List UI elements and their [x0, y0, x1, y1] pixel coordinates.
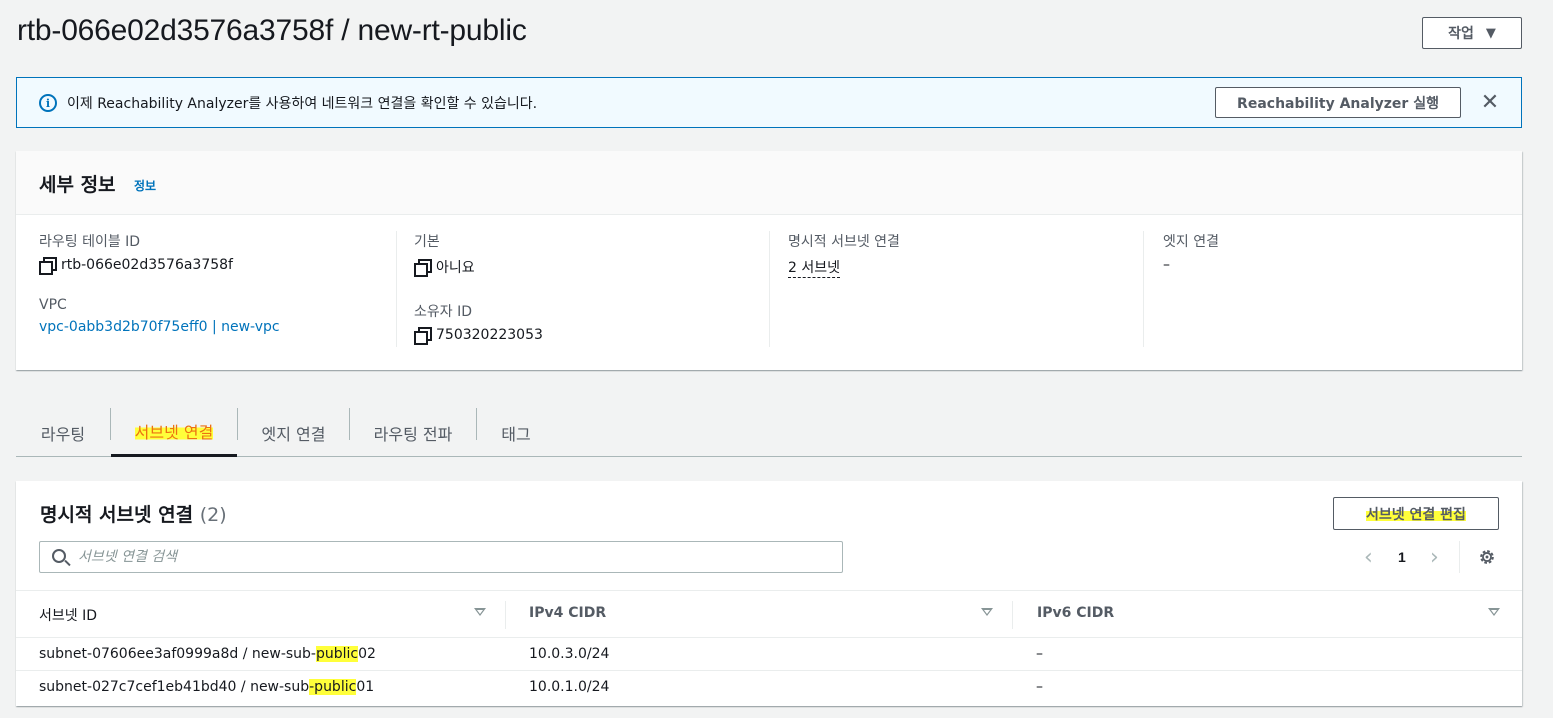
actions-button[interactable]: 작업 ▼	[1422, 17, 1522, 49]
ipv6-cidr: –	[1036, 646, 1043, 662]
vpc-value: vpc-0abb3d2b70f75eff0 | new-vpc	[39, 319, 280, 335]
info-banner: i 이제 Reachability Analyzer를 사용하여 네트워크 연결…	[16, 77, 1522, 128]
ipv4-cidr: 10.0.3.0/24	[529, 646, 610, 662]
subnet-link[interactable]: subnet-027c7cef1eb41bd40 / new-sub-publi…	[39, 679, 374, 695]
chevron-left-icon[interactable]: ‹	[1364, 545, 1373, 570]
subnet-highlight: -public	[309, 679, 357, 695]
actions-button-label: 작업	[1448, 26, 1474, 42]
vpc-link[interactable]: vpc-0abb3d2b70f75eff0 | new-vpc	[39, 319, 280, 335]
main-text: 아니요	[436, 260, 475, 276]
tab-subnet-associations-label: 서브넷 연결	[134, 419, 214, 443]
subnet-id-text: subnet-027c7cef1eb41bd40 / new-sub	[39, 679, 310, 695]
details-col-2: 기본 아니요 소유자 ID 750320223053	[414, 231, 543, 351]
pager-separator	[1459, 541, 1460, 573]
page-number[interactable]: 1	[1398, 549, 1406, 565]
column-header-ipv6-cidr[interactable]: IPv6 CIDR	[1037, 605, 1114, 621]
column-header-subnet-id[interactable]: 서브넷 ID	[39, 605, 97, 625]
owner-id: 750320223053	[436, 327, 543, 343]
search-icon	[52, 549, 66, 563]
subnet-id-text: subnet-07606ee3af0999a8d / new-sub-	[39, 646, 316, 662]
edge-association-value: –	[1163, 257, 1170, 273]
subnets-count: (2)	[199, 504, 227, 526]
subnet-link[interactable]: subnet-07606ee3af0999a8d / new-sub-publi…	[39, 646, 376, 662]
column-header-ipv4-cidr[interactable]: IPv4 CIDR	[529, 605, 606, 621]
search-input[interactable]	[78, 546, 818, 568]
copy-icon[interactable]	[414, 327, 432, 345]
explicit-subnet-label: 명시적 서브넷 연결	[788, 234, 900, 250]
details-col-4: 엣지 연결 –	[1163, 231, 1219, 351]
column-separator	[505, 601, 506, 629]
search-field[interactable]	[39, 541, 843, 573]
route-table-id: rtb-066e02d3576a3758f	[61, 257, 233, 273]
settings-gear-icon[interactable]	[1478, 548, 1496, 566]
vpc-label: VPC	[39, 297, 67, 313]
sort-caret-icon[interactable]	[1488, 608, 1500, 616]
route-table-id-value: rtb-066e02d3576a3758f	[39, 257, 280, 275]
route-table-id-label: 라우팅 테이블 ID	[39, 234, 141, 250]
details-header: 세부 정보 정보	[16, 151, 1522, 215]
tab-route-propagation[interactable]: 라우팅 전파	[350, 408, 476, 457]
details-panel: 세부 정보 정보 라우팅 테이블 ID rtb-066e02d3576a3758…	[16, 151, 1522, 370]
chevron-right-icon[interactable]: ›	[1430, 545, 1439, 570]
explicit-subnet-associations-panel: 명시적 서브넷 연결 (2) 서브넷 연결 편집 ‹ 1 › 서브넷 ID IP…	[16, 481, 1522, 706]
sort-caret-icon[interactable]	[474, 608, 486, 616]
subnet-highlight: public	[315, 646, 359, 662]
page-title: rtb-066e02d3576a3758f / new-rt-public	[17, 14, 527, 47]
close-icon[interactable]: ✕	[1479, 91, 1501, 113]
column-divider	[769, 231, 770, 347]
sort-caret-icon[interactable]	[981, 608, 993, 616]
ipv6-cidr: –	[1036, 679, 1043, 695]
explicit-subnet-count[interactable]: 2 서브넷	[788, 257, 840, 278]
column-separator	[1012, 601, 1013, 629]
tab-bar: 라우팅 서브넷 연결 엣지 연결 라우팅 전파 태그	[16, 398, 1522, 457]
main-value: 아니요	[414, 257, 543, 277]
edge-association-label: 엣지 연결	[1163, 234, 1219, 250]
tab-subnet-associations[interactable]: 서브넷 연결	[111, 408, 237, 457]
subnets-title-text: 명시적 서브넷 연결	[40, 504, 194, 526]
details-title: 세부 정보	[39, 174, 116, 196]
subnets-title: 명시적 서브넷 연결 (2)	[40, 500, 227, 527]
info-link[interactable]: 정보	[134, 177, 156, 194]
copy-icon[interactable]	[39, 257, 57, 275]
edit-subnet-associations-label: 서브넷 연결 편집	[1366, 503, 1466, 524]
table-row: subnet-027c7cef1eb41bd40 / new-sub-publi…	[16, 671, 1522, 704]
table-row: subnet-07606ee3af0999a8d / new-sub-publi…	[16, 638, 1522, 671]
column-divider	[1143, 231, 1144, 347]
column-divider	[396, 231, 397, 347]
subnet-suffix: 02	[358, 646, 376, 662]
table-header: 서브넷 ID IPv4 CIDR IPv6 CIDR	[16, 590, 1522, 638]
tab-tags[interactable]: 태그	[477, 408, 555, 457]
subnet-suffix: 01	[356, 679, 375, 695]
banner-text: 이제 Reachability Analyzer를 사용하여 네트워크 연결을 …	[67, 96, 538, 112]
main-label: 기본	[414, 234, 440, 250]
details-col-3: 명시적 서브넷 연결 2 서브넷	[788, 231, 900, 351]
tab-routes[interactable]: 라우팅	[16, 408, 110, 457]
details-col-1: 라우팅 테이블 ID rtb-066e02d3576a3758f VPC vpc…	[39, 231, 280, 351]
run-reachability-analyzer-button[interactable]: Reachability Analyzer 실행	[1215, 87, 1461, 118]
info-icon: i	[39, 94, 57, 112]
owner-id-label: 소유자 ID	[414, 304, 472, 320]
ipv4-cidr: 10.0.1.0/24	[529, 679, 610, 695]
caret-down-icon: ▼	[1485, 25, 1496, 41]
explicit-subnet-value: 2 서브넷	[788, 257, 900, 278]
edit-subnet-associations-button[interactable]: 서브넷 연결 편집	[1333, 497, 1499, 530]
tab-edge-associations[interactable]: 엣지 연결	[238, 408, 349, 457]
owner-id-value: 750320223053	[414, 327, 543, 345]
copy-icon[interactable]	[414, 259, 432, 277]
